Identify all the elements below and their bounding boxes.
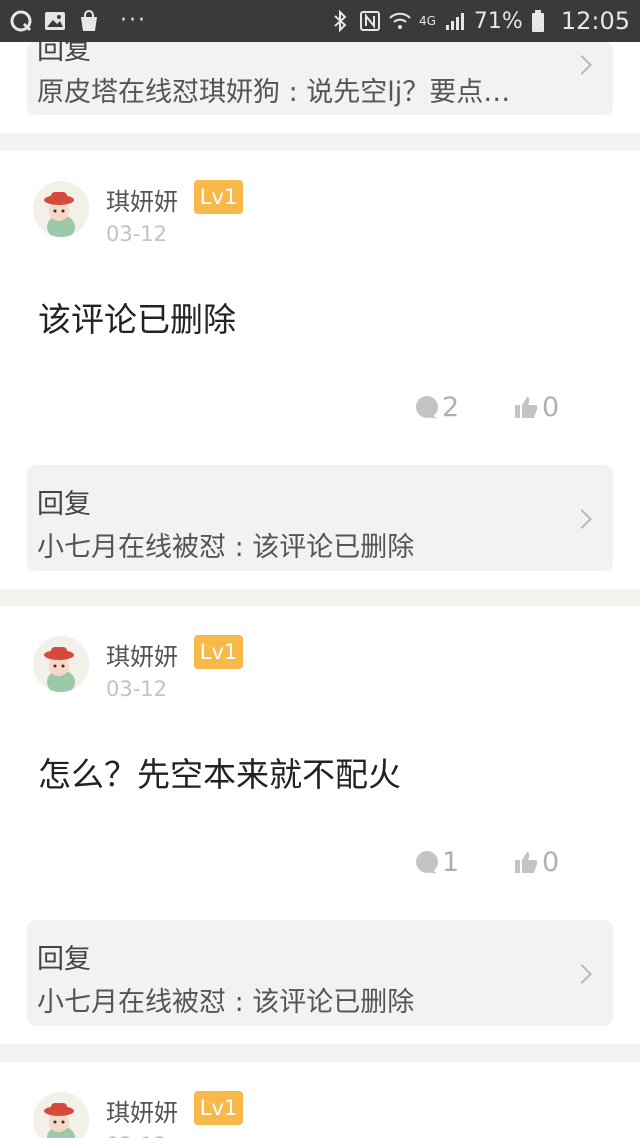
avatar[interactable]: [33, 1092, 89, 1138]
battery-percent: 71%: [473, 8, 523, 34]
network-type: 4G: [418, 14, 436, 28]
like-button[interactable]: 0: [514, 847, 559, 878]
username[interactable]: 琪妍妍: [106, 1093, 178, 1128]
comment-content: 怎么？先空本来就不配火: [38, 755, 401, 794]
reply-count-button[interactable]: 1: [414, 847, 459, 878]
username[interactable]: 琪妍妍: [106, 637, 178, 672]
comment-bubble-icon: [414, 850, 440, 876]
comment-date: 03-12: [106, 222, 168, 246]
comment-date: 03-12: [106, 677, 168, 701]
wifi-icon: [389, 10, 411, 32]
overflow-dots: ···: [120, 8, 147, 33]
comment-bubble-icon: [414, 395, 440, 421]
chevron-right-icon: [572, 964, 592, 984]
thumbs-up-icon: [514, 850, 540, 876]
reply-count: 1: [442, 847, 460, 878]
reply-text: 小七月在线被怼 : 该评论已删除: [37, 532, 415, 563]
reply-label: 回复: [37, 489, 91, 520]
avatar[interactable]: [33, 636, 89, 692]
signal-icon: [444, 10, 466, 32]
chevron-right-icon: [572, 55, 592, 75]
reply-count: 2: [442, 392, 460, 423]
comment-content: 该评论已删除: [38, 300, 236, 339]
level-badge: Lv1: [194, 180, 243, 214]
status-bar: ··· 4G 71% 12:05: [0, 0, 640, 42]
reply-text: 小七月在线被怼 : 该评论已删除: [37, 987, 415, 1018]
comment-date: 03-12: [106, 1133, 167, 1138]
reply-preview[interactable]: 回复 小七月在线被怼 : 该评论已删除: [27, 920, 613, 1026]
reply-preview[interactable]: 回复 原皮塔在线怼琪妍狗 : 说先空lj？要点…: [27, 42, 613, 115]
comment-card: 琪妍妍 Lv1 03-12: [0, 1062, 640, 1138]
username[interactable]: 琪妍妍: [106, 182, 178, 217]
reply-count-button[interactable]: 2: [414, 392, 459, 423]
reply-text: 原皮塔在线怼琪妍狗 : 说先空lj？要点…: [37, 77, 511, 108]
comment-card: 琪妍妍 Lv1 03-12 该评论已删除 2 0 回复 小七月在线被怼 : 该评…: [0, 151, 640, 589]
thumbs-up-icon: [514, 395, 540, 421]
like-count: 0: [542, 847, 560, 878]
chevron-right-icon: [572, 509, 592, 529]
clock: 12:05: [560, 7, 630, 35]
level-badge: Lv1: [194, 635, 243, 669]
level-badge: Lv1: [194, 1091, 243, 1125]
screen: ··· 4G 71% 12:05 回复 原皮塔在线怼琪妍狗: 说先空lj？要点…: [0, 0, 640, 1138]
like-button[interactable]: 0: [514, 392, 559, 423]
comment-card: 琪妍妍 Lv1 03-12 怎么？先空本来就不配火 1 0 回复 小七月在线被怼…: [0, 606, 640, 1044]
q-app-icon: [10, 10, 32, 32]
shopping-bag-icon: [78, 10, 100, 32]
reply-label: 回复: [37, 944, 91, 975]
image-icon: [44, 10, 66, 32]
bluetooth-icon: [329, 9, 351, 33]
avatar[interactable]: [33, 181, 89, 237]
reply-preview[interactable]: 回复 小七月在线被怼 : 该评论已删除: [27, 465, 613, 571]
reply-label: 回复: [37, 42, 91, 66]
like-count: 0: [542, 392, 560, 423]
battery-icon: [531, 10, 553, 32]
nfc-icon: [359, 10, 381, 32]
comment-card-partial: 回复 原皮塔在线怼琪妍狗 : 说先空lj？要点…: [0, 42, 640, 133]
